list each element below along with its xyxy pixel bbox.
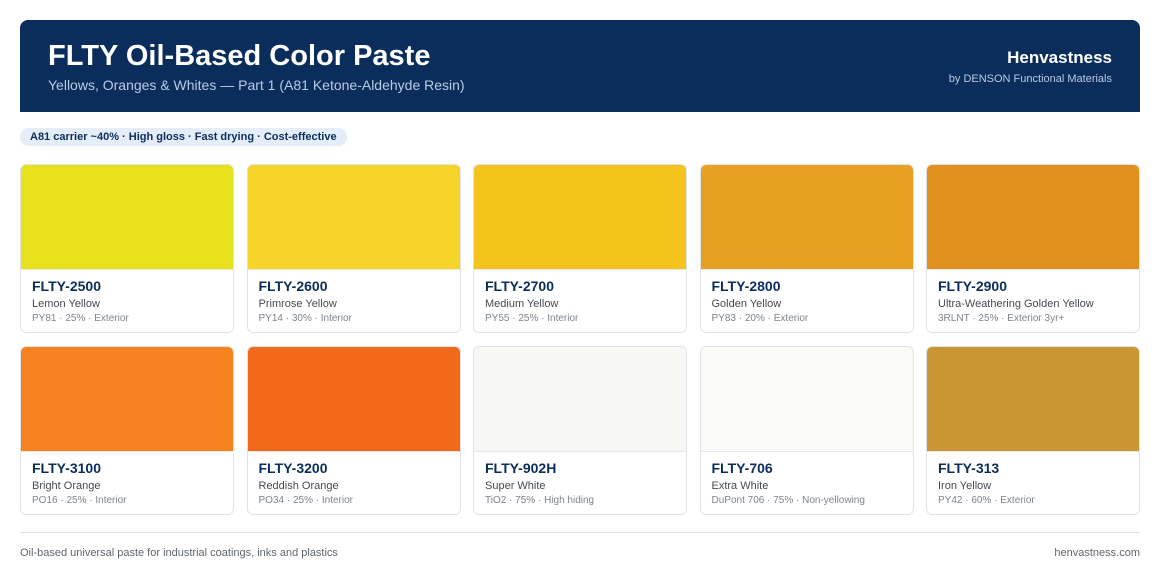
product-info: FLTY-3100 Bright Orange PO16 · 25% · Inter…: [21, 452, 233, 508]
product-code: FLTY-313: [938, 460, 1000, 476]
page-subtitle: Yellows, Oranges & Whites — Part 1 (A81 …: [48, 77, 465, 93]
product-info: FLTY-2800 Golden Yellow PY83 · 20% · Exter…: [701, 270, 913, 326]
product-spec: PY42 · 60% · Exterior: [938, 495, 1035, 506]
product-info: FLTY-902H Super White TiO2 · 75% · High hi…: [474, 452, 686, 508]
color-swatch: [474, 347, 686, 452]
brand-subtitle: by DENSON Functional Materials: [948, 72, 1112, 85]
footer-website: henvastness.com: [1054, 547, 1140, 559]
product-card: FLTY-2500 Lemon Yellow PY81 · 25% · Exteri…: [20, 164, 234, 333]
product-card: FLTY-2900 Ultra-Weathering Golden Yellow 3…: [926, 164, 1140, 333]
product-spec: PY55 · 25% · Interior: [485, 313, 579, 324]
product-card: FLTY-2700 Medium Yellow PY55 · 25% · Inter…: [473, 164, 687, 333]
header-banner: FLTY Oil-Based Color Paste Yellows, Oran…: [20, 20, 1140, 112]
product-card: FLTY-706 Extra White DuPont 706 · 75% · No…: [699, 346, 914, 515]
product-name: Super White: [485, 480, 546, 492]
color-swatch: [700, 165, 913, 270]
product-grid: FLTY-2500 Lemon Yellow PY81 · 25% · Exteri…: [20, 164, 1140, 515]
color-swatch: [700, 347, 913, 452]
product-code: FLTY-2700: [485, 278, 554, 294]
product-spec: PO16 · 25% · Interior: [32, 495, 127, 506]
product-spec: PY81 · 25% · Exterior: [32, 313, 129, 324]
product-code: FLTY-2800: [711, 278, 781, 294]
product-info: FLTY-2500 Lemon Yellow PY81 · 25% · Exteri…: [21, 270, 233, 326]
product-card: FLTY-2800 Golden Yellow PY83 · 20% · Exter…: [699, 164, 914, 333]
product-spec: PY14 · 30% · Interior: [258, 313, 352, 324]
color-swatch: [247, 347, 460, 452]
color-swatch: [927, 165, 1139, 270]
product-info: FLTY-2700 Medium Yellow PY55 · 25% · Inter…: [474, 270, 686, 326]
product-spec: 3RLNT · 25% · Exterior 3yr+: [938, 313, 1065, 324]
product-info: FLTY-2600 Primrose Yellow PY14 · 30% · Int…: [248, 270, 460, 326]
product-code: FLTY-2900: [938, 278, 1007, 294]
product-card: FLTY-902H Super White TiO2 · 75% · High hi…: [473, 346, 687, 515]
color-swatch: [247, 165, 460, 270]
product-info: FLTY-3200 Reddish Orange PO34 · 25% · Inte…: [248, 452, 460, 508]
product-card: FLTY-2600 Primrose Yellow PY14 · 30% · Int…: [246, 164, 461, 333]
product-code: FLTY-902H: [485, 460, 557, 476]
page-title: FLTY Oil-Based Color Paste: [48, 40, 431, 72]
product-card: FLTY-313 Iron Yellow PY42 · 60% · Exterior: [926, 346, 1140, 515]
product-card: FLTY-3100 Bright Orange PO16 · 25% · Inter…: [20, 346, 234, 515]
product-spec: PO34 · 25% · Interior: [258, 495, 353, 506]
product-spec: PY83 · 20% · Exterior: [711, 313, 809, 324]
brand-block: Henvastness by DENSON Functional Materia…: [949, 48, 1112, 85]
brand-name: Henvastness: [1007, 47, 1112, 67]
product-code: FLTY-2600: [258, 278, 328, 294]
footer-description: Oil-based universal paste for industrial…: [20, 547, 338, 559]
product-name: Iron Yellow: [938, 480, 992, 492]
color-swatch: [474, 165, 686, 270]
color-swatch: [21, 347, 233, 452]
product-code: FLTY-3100: [32, 460, 101, 476]
product-name: Bright Orange: [32, 480, 101, 492]
color-swatch: [927, 347, 1139, 452]
product-spec: TiO2 · 75% · High hiding: [485, 495, 595, 506]
footer-divider: [20, 532, 1140, 533]
product-code: FLTY-706: [711, 460, 773, 476]
header-titles: FLTY Oil-Based Color Paste Yellows, Oran…: [48, 39, 465, 93]
product-code: FLTY-2500: [32, 278, 101, 294]
product-info: FLTY-313 Iron Yellow PY42 · 60% · Exterior: [927, 452, 1139, 508]
product-name: Extra White: [711, 480, 769, 492]
product-code: FLTY-3200: [258, 460, 328, 476]
product-name: Golden Yellow: [711, 298, 782, 310]
product-name: Ultra-Weathering Golden Yellow: [938, 298, 1094, 310]
product-card: FLTY-3200 Reddish Orange PO34 · 25% · Inte…: [246, 346, 461, 515]
product-info: FLTY-706 Extra White DuPont 706 · 75% · No…: [701, 452, 913, 508]
feature-tag: A81 carrier ~40% · High gloss · Fast dry…: [20, 128, 347, 146]
product-spec: DuPont 706 · 75% · Non-yellowing: [711, 495, 865, 506]
product-name: Reddish Orange: [258, 480, 339, 492]
product-name: Lemon Yellow: [32, 298, 100, 310]
product-name: Medium Yellow: [485, 298, 559, 310]
color-swatch: [21, 165, 233, 270]
product-name: Primrose Yellow: [258, 298, 337, 310]
product-info: FLTY-2900 Ultra-Weathering Golden Yellow 3…: [927, 270, 1139, 326]
